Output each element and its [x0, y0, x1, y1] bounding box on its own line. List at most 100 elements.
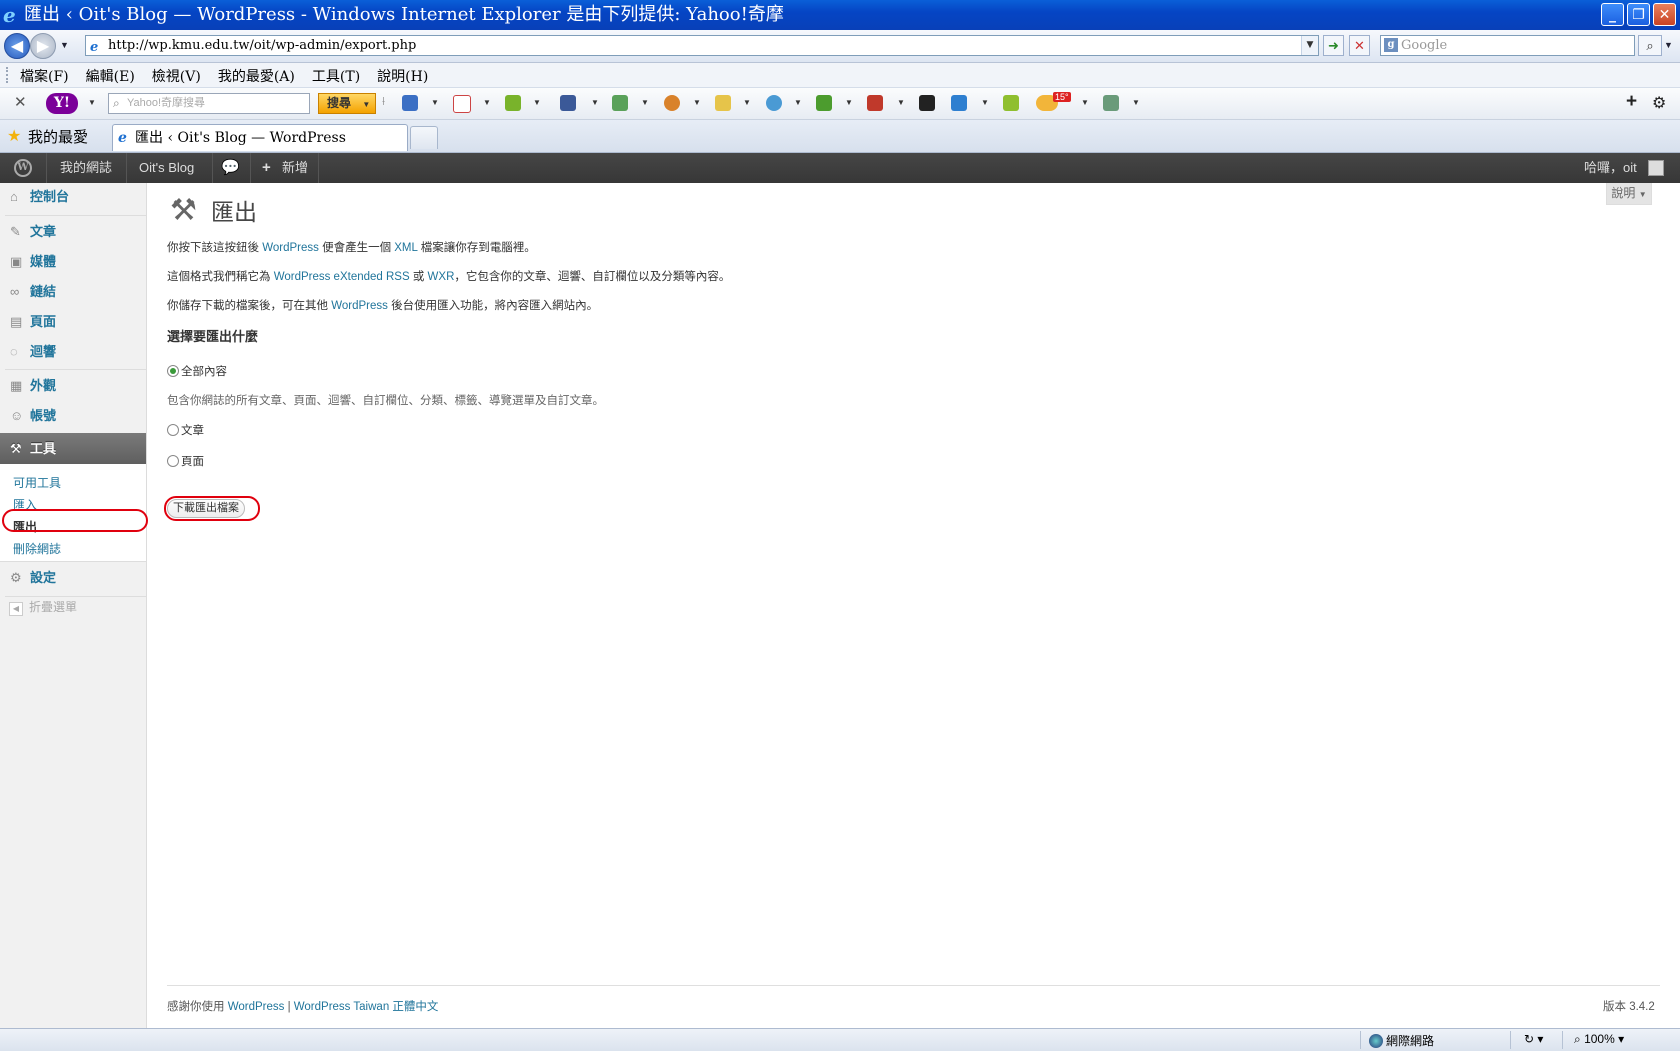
car-icon[interactable]: [867, 95, 883, 111]
p2-text-a: 這個格式我們稱它為: [167, 271, 274, 283]
add-button-icon[interactable]: +: [1626, 91, 1637, 113]
collapse-menu-button[interactable]: ◀ 折疊選單: [9, 598, 77, 616]
radio-pages[interactable]: 頁面: [167, 453, 204, 469]
search-input[interactable]: g Google: [1380, 35, 1635, 56]
car-dropdown-icon[interactable]: ▼: [897, 98, 905, 107]
toolbar-grip[interactable]: [6, 67, 11, 83]
url-dropdown-icon[interactable]: ▼: [1301, 36, 1318, 55]
tab-export[interactable]: e 匯出 ‹ Oit's Blog — WordPress: [112, 124, 408, 151]
wordpress-logo-icon[interactable]: W: [14, 159, 32, 177]
minimize-button[interactable]: _: [1601, 3, 1624, 26]
book-icon[interactable]: [1003, 95, 1019, 111]
gear-icon[interactable]: ⚙: [1652, 93, 1666, 113]
menu-help[interactable]: 說明(H): [377, 66, 428, 86]
footer-wordpress-taiwan-link[interactable]: WordPress Taiwan 正體中文: [294, 1001, 439, 1013]
auction-dropdown-icon[interactable]: ▼: [693, 98, 701, 107]
protected-mode-icon[interactable]: ↻ ▾: [1524, 1032, 1543, 1046]
sidebar-item-users[interactable]: ☺ 帳號: [0, 402, 146, 430]
yahoo-logo[interactable]: Y!: [46, 93, 78, 114]
new-tab-button[interactable]: [410, 126, 438, 149]
flag-icon[interactable]: [1103, 95, 1119, 111]
news-icon[interactable]: [951, 95, 967, 111]
calendar-icon[interactable]: [453, 95, 471, 113]
radio-button[interactable]: [167, 424, 179, 436]
yahoo-search-button[interactable]: 搜尋 ▼: [318, 93, 376, 114]
menu-favorites[interactable]: 我的最愛(A): [218, 66, 295, 86]
games-icon[interactable]: [816, 95, 832, 111]
weather-dropdown-icon[interactable]: ▼: [1081, 98, 1089, 107]
radio-all-content[interactable]: 全部內容: [167, 363, 227, 379]
facebook-dropdown-icon[interactable]: ▼: [591, 98, 599, 107]
stop-button[interactable]: ✕: [1349, 35, 1370, 56]
intro-paragraph-1: 你按下該這按鈕後 WordPress 便會產生一個 XML 檔案讓你存到電腦裡。: [167, 239, 536, 255]
sidebar-item-tools[interactable]: ⚒ 工具: [0, 433, 146, 464]
sidebar-item-posts[interactable]: ✎ 文章: [0, 218, 146, 246]
sidebar-item-links[interactable]: ∞ 鏈結: [0, 278, 146, 306]
history-dropdown-icon[interactable]: ▼: [60, 40, 69, 50]
answers-icon[interactable]: [766, 95, 782, 111]
help-tab-label: 說明: [1611, 186, 1636, 200]
radio-posts[interactable]: 文章: [167, 422, 204, 438]
admin-sidebar: ⌂ 控制台 ✎ 文章 ▣ 媒體 ∞ 鏈結 ▤ 頁面 ◌ 迴響 ▦ 外觀 ☺ 帳號…: [0, 183, 147, 1028]
mail-dropdown-icon[interactable]: ▼: [431, 98, 439, 107]
sidebar-item-settings[interactable]: ⚙ 設定: [0, 564, 146, 592]
comments-bubble-icon[interactable]: 💬: [221, 153, 240, 183]
site-name-link[interactable]: Oit's Blog: [139, 153, 194, 183]
sidebar-item-pages[interactable]: ▤ 頁面: [0, 308, 146, 336]
menu-view[interactable]: 檢視(V): [152, 66, 201, 86]
help-tab[interactable]: 說明 ▼: [1606, 183, 1652, 205]
chevron-down-icon: ▼: [1638, 190, 1647, 199]
zoom-control[interactable]: ⌕ 100% ▾: [1574, 1032, 1624, 1047]
yahoo-search-input[interactable]: ⌕ Yahoo!奇摩搜尋: [108, 93, 310, 114]
avatar[interactable]: [1648, 160, 1664, 176]
p2-text-c: 或: [409, 271, 428, 283]
yahoo-search-dropdown-icon[interactable]: ▼: [362, 100, 370, 109]
games-dropdown-icon[interactable]: ▼: [845, 98, 853, 107]
movie-clapper-icon[interactable]: [919, 95, 935, 111]
menu-file[interactable]: 檔案(F): [20, 66, 69, 86]
url-input[interactable]: e http://wp.kmu.edu.tw/oit/wp-admin/expo…: [85, 35, 1319, 56]
answers-dropdown-icon[interactable]: ▼: [794, 98, 802, 107]
radio-button[interactable]: [167, 455, 179, 467]
search-options-icon[interactable]: ▼: [1664, 40, 1673, 50]
account-greeting[interactable]: 哈囉，oit: [1584, 153, 1637, 183]
mail-icon[interactable]: [402, 95, 418, 111]
restore-button[interactable]: ❐: [1627, 3, 1650, 26]
notepad-dropdown-icon[interactable]: ▼: [533, 98, 541, 107]
yahoo-menu-dropdown-icon[interactable]: ▼: [88, 98, 96, 107]
radio-button[interactable]: [167, 365, 179, 377]
back-button[interactable]: ◀: [4, 33, 30, 59]
auction-icon[interactable]: [664, 95, 680, 111]
shopping-bag-icon[interactable]: [715, 95, 731, 111]
favorites-star-icon[interactable]: ★: [7, 126, 21, 146]
plus-icon[interactable]: +: [262, 153, 271, 183]
facebook-icon[interactable]: [560, 95, 576, 111]
calendar-dropdown-icon[interactable]: ▼: [483, 98, 491, 107]
close-toolbar-icon[interactable]: ✕: [14, 93, 27, 111]
sidebar-item-comments[interactable]: ◌ 迴響: [0, 338, 146, 366]
photos-dropdown-icon[interactable]: ▼: [641, 98, 649, 107]
forward-button[interactable]: ▶: [30, 33, 56, 59]
news-dropdown-icon[interactable]: ▼: [981, 98, 989, 107]
sidebar-item-media[interactable]: ▣ 媒體: [0, 248, 146, 276]
flag-dropdown-icon[interactable]: ▼: [1132, 98, 1140, 107]
notepad-icon[interactable]: [505, 95, 521, 111]
close-window-button[interactable]: ✕: [1653, 3, 1676, 26]
photos-icon[interactable]: [612, 95, 628, 111]
submenu-delete-site[interactable]: 刪除網誌: [13, 540, 61, 557]
go-button[interactable]: ➜: [1323, 35, 1344, 56]
my-sites-link[interactable]: 我的網誌: [60, 153, 112, 183]
favorites-button[interactable]: 我的最愛: [28, 126, 88, 147]
shopping-dropdown-icon[interactable]: ▼: [743, 98, 751, 107]
security-zone[interactable]: 網際網路: [1369, 1032, 1434, 1049]
footer-wordpress-link[interactable]: WordPress: [228, 1001, 285, 1013]
sidebar-item-dashboard[interactable]: ⌂ 控制台: [0, 183, 146, 211]
submenu-available-tools[interactable]: 可用工具: [13, 474, 61, 491]
menu-edit[interactable]: 編輯(E): [86, 66, 135, 86]
dashboard-icon: ⌂: [10, 189, 18, 204]
new-content-link[interactable]: 新增: [282, 153, 308, 183]
sidebar-item-appearance[interactable]: ▦ 外觀: [0, 372, 146, 400]
menu-tools[interactable]: 工具(T): [312, 66, 360, 86]
search-button[interactable]: ⌕: [1638, 35, 1662, 56]
window-titlebar: e 匯出 ‹ Oit's Blog — WordPress - Windows …: [0, 0, 1680, 30]
